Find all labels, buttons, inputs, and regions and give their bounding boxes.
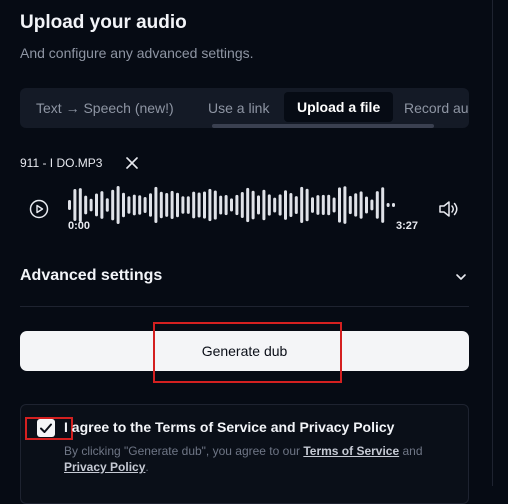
waveform-bar [149, 193, 152, 217]
waveform-bar [289, 193, 293, 217]
waveform-bar [105, 198, 109, 212]
waveform-bar [316, 195, 320, 215]
waveform-bar [354, 193, 358, 217]
highlight-box-generate [153, 322, 342, 383]
waveform-bar [284, 190, 287, 220]
time-start: 0:00 [68, 220, 91, 232]
file-name: 911 - I DO.MP3 [20, 156, 103, 170]
waveform-bar [365, 196, 368, 214]
waveform-bar [348, 195, 352, 215]
waveform-bar [95, 193, 98, 217]
waveform-bar [89, 198, 93, 212]
waveform-bar [294, 196, 298, 214]
waveform-bar [278, 194, 282, 216]
waveform-bar [165, 193, 169, 217]
waveform-bar [84, 195, 88, 215]
agreement-title: I agree to the Terms of Service and Priv… [64, 419, 395, 435]
waveform-bar [332, 197, 336, 213]
waveform-bar [370, 199, 374, 211]
agreement-prefix: By clicking "Generate dub", you agree to… [64, 444, 304, 458]
waveform-bar [321, 194, 325, 215]
waveform-bar [219, 195, 223, 215]
time-end: 3:27 [396, 220, 419, 232]
waveform-bar [235, 194, 239, 216]
waveform-bar [138, 195, 142, 215]
waveform-bar [116, 186, 120, 224]
waveform-bar [73, 189, 77, 221]
waveform-bar [327, 194, 331, 216]
waveform-bar [186, 196, 190, 214]
waveform-bar [381, 187, 385, 223]
agreement-and: and [399, 444, 423, 458]
waveform-bar [240, 192, 244, 218]
privacy-policy-link[interactable]: Privacy Policy [64, 460, 145, 474]
waveform-bar [300, 186, 304, 223]
page-subtitle: And configure any advanced settings. [20, 45, 254, 61]
panel-divider [492, 0, 493, 486]
agreement-suffix: . [145, 460, 149, 474]
waveform-bar [305, 188, 309, 222]
waveform-bar [338, 187, 341, 223]
waveform-bar [203, 191, 206, 219]
waveform-bar [176, 192, 179, 218]
waveform-bar [262, 189, 266, 221]
waveform-bar [208, 188, 212, 222]
waveform-bar [359, 191, 363, 219]
waveform-bar [213, 190, 217, 220]
waveform-bar [257, 195, 260, 215]
waveform-bar [197, 192, 201, 218]
waveform-bar [311, 197, 314, 213]
source-tabs: Text → Speech (new!) Use a link Upload a… [20, 88, 469, 128]
waveform-bar [192, 191, 196, 219]
tab-text-to-speech[interactable]: Text → Speech (new!) [36, 88, 174, 128]
waveform-bar [246, 187, 250, 223]
section-divider [20, 306, 469, 307]
waveform-bar [230, 198, 233, 212]
waveform-bar [343, 186, 347, 224]
waveform-bar [68, 200, 71, 210]
waveform-bar [78, 188, 82, 222]
tab-use-a-link[interactable]: Use a link [208, 88, 269, 128]
volume-icon[interactable] [438, 199, 460, 219]
waveform-bar [386, 203, 390, 207]
waveform-bar [154, 186, 158, 223]
waveform-bar [251, 190, 255, 220]
waveform-bar [127, 196, 131, 214]
advanced-settings-label[interactable]: Advanced settings [20, 267, 162, 285]
waveform-bar [224, 195, 228, 216]
play-icon[interactable] [29, 199, 49, 219]
waveform-bar [267, 194, 271, 216]
waveform-bar [273, 197, 277, 213]
tab-record-audio[interactable]: Record au [404, 88, 469, 128]
page-title: Upload your audio [20, 12, 187, 33]
tabs-scrollbar[interactable] [212, 124, 434, 128]
waveform-bar [181, 196, 185, 214]
waveform-bar [100, 191, 104, 219]
waveform-bar [143, 197, 147, 213]
chevron-down-icon[interactable] [455, 272, 467, 282]
close-icon[interactable] [124, 155, 140, 171]
waveform-bar [111, 189, 115, 221]
waveform-bar [375, 191, 379, 219]
terms-of-service-link[interactable]: Terms of Service [303, 444, 399, 458]
waveform-bar [132, 194, 136, 216]
audio-waveform[interactable] [66, 185, 404, 225]
waveform-bar [159, 191, 163, 219]
waveform-bar [122, 192, 125, 218]
waveform-bar [170, 190, 174, 219]
agreement-text: By clicking "Generate dub", you agree to… [64, 443, 449, 475]
waveform-bar [392, 203, 395, 207]
tab-upload-a-file[interactable]: Upload a file [284, 92, 394, 122]
